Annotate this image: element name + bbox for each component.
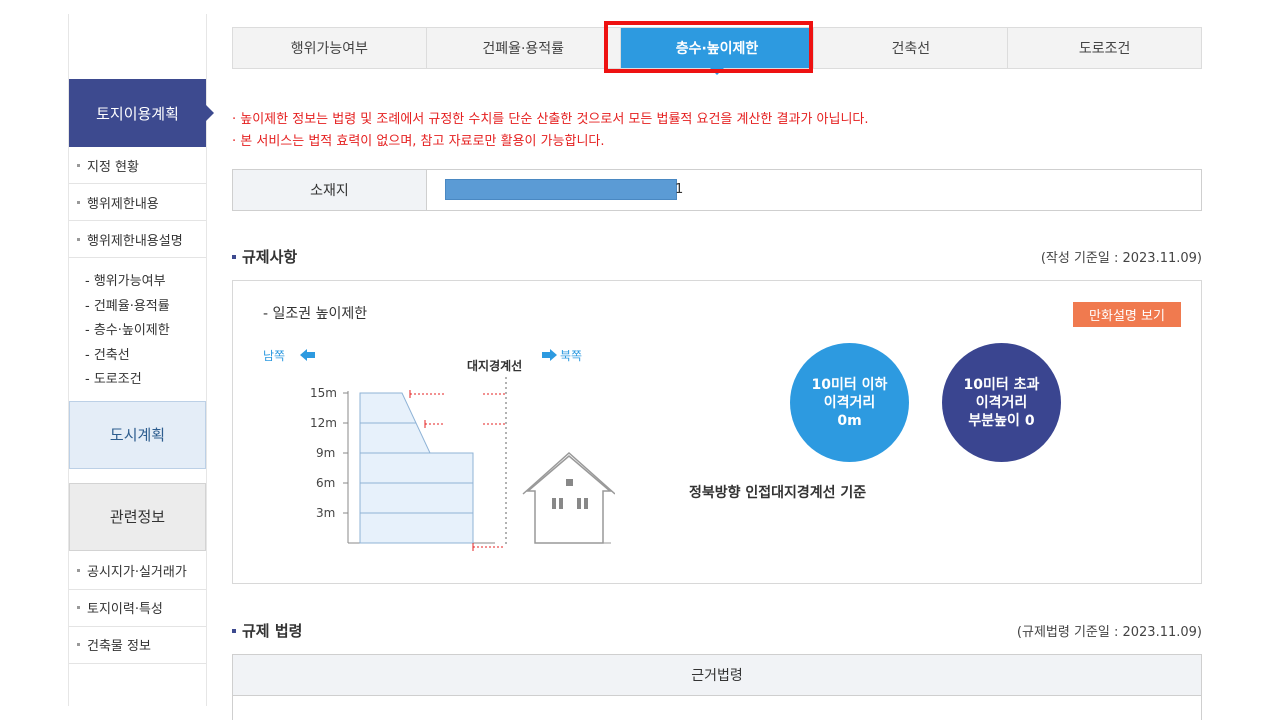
tab-road-condition[interactable]: 도로조건 bbox=[1008, 28, 1201, 68]
tab-height-limit-label: 층수·높이제한 bbox=[675, 41, 759, 57]
sidebar-land-plan-label: 토지이용계획 bbox=[96, 104, 179, 123]
sidebar-item-label: 공시지가·실거래가 bbox=[87, 565, 187, 580]
bullet-icon bbox=[77, 163, 80, 167]
address-redaction bbox=[445, 179, 677, 200]
bullet-icon bbox=[77, 237, 80, 241]
badge-line: 이격거리 bbox=[975, 394, 1028, 411]
south-label: 남쪽 bbox=[263, 349, 285, 363]
sidebar-item-label: 지정 현황 bbox=[87, 159, 139, 175]
house-window bbox=[552, 498, 556, 509]
house-window bbox=[566, 479, 573, 486]
regulation-title-text: 규제사항 bbox=[242, 248, 298, 266]
sidebar-sub-action[interactable]: - 행위가능여부 bbox=[85, 270, 206, 295]
law-title-text: 규제 법령 bbox=[242, 622, 303, 640]
criterion-text: 정북방향 인접대지경계선 기준 bbox=[689, 485, 867, 501]
sidebar-item-label: 건축물 정보 bbox=[87, 639, 151, 654]
notice-legal: · 본 서비스는 법적 효력이 없으며, 참고 자료로만 활용이 가능합니다. bbox=[232, 134, 605, 149]
law-title: 규제 법령 bbox=[232, 620, 302, 641]
sidebar-item-restriction[interactable]: 행위제한내용 bbox=[69, 184, 206, 221]
boundary-label: 대지경계선 bbox=[467, 358, 522, 373]
address-value: 1 bbox=[427, 170, 1201, 210]
north-label: 북쪽 bbox=[560, 349, 582, 363]
notice-height-info: · 높이제한 정보는 법령 및 조례에서 규정한 수치를 단순 산출한 것으로서… bbox=[232, 112, 869, 127]
sidebar-item-label: 행위제한내용 bbox=[87, 196, 159, 212]
regulation-title: 규제사항 bbox=[232, 246, 297, 267]
sidebar-sub-road[interactable]: - 도로조건 bbox=[85, 368, 206, 393]
bullet-icon bbox=[77, 643, 80, 646]
house-window bbox=[584, 498, 588, 509]
sidebar-item-label: 행위제한내용설명 bbox=[87, 233, 183, 249]
badge-line: 부분높이 0 bbox=[968, 412, 1035, 429]
regulation-box: - 일조권 높이제한 만화설명 보기 남쪽 북쪽 대지경계선 15m 12m 9… bbox=[232, 280, 1202, 584]
sidebar-sub-height[interactable]: - 층수·높이제한 bbox=[85, 319, 206, 344]
tab-building-line[interactable]: 건축선 bbox=[814, 28, 1009, 68]
sidebar-item-label: 토지이력·특성 bbox=[87, 602, 163, 617]
sidebar-item-restriction-desc[interactable]: 행위제한내용설명 bbox=[69, 221, 206, 258]
height-label-9: 9m bbox=[316, 446, 335, 460]
tab-pointer-icon bbox=[709, 68, 724, 75]
address-row: 소재지 1 bbox=[232, 169, 1202, 211]
house-window bbox=[559, 498, 563, 509]
sidebar-item-land-price[interactable]: 공시지가·실거래가 bbox=[69, 553, 206, 590]
sidebar-sub-coverage[interactable]: - 건폐율·용적률 bbox=[85, 295, 206, 320]
house-window bbox=[577, 498, 581, 509]
height-label-15: 15m bbox=[310, 386, 337, 400]
building-shape bbox=[359, 392, 474, 544]
height-label-6: 6m bbox=[316, 476, 335, 490]
tab-height-limit[interactable]: 층수·높이제한 bbox=[620, 28, 815, 75]
setback-under-10m-badge: 10미터 이하 이격거리 0m bbox=[790, 343, 909, 462]
sidebar-item-land-history[interactable]: 토지이력·특성 bbox=[69, 590, 206, 627]
badge-line: 이격거리 bbox=[823, 394, 876, 411]
address-tail: 1 bbox=[675, 182, 684, 197]
tab-bar: 행위가능여부 건폐율·용적률 층수·높이제한 건축선 도로조건 bbox=[232, 27, 1202, 75]
law-date: (규제법령 기준일 : 2023.11.09) bbox=[1016, 625, 1202, 640]
height-limit-diagram: 남쪽 북쪽 대지경계선 15m 12m 9m 6m 3m bbox=[263, 349, 615, 551]
badge-line: 10미터 이하 bbox=[811, 376, 888, 393]
sidebar-submenu: - 행위가능여부 - 건폐율·용적률 - 층수·높이제한 - 건축선 - 도로조… bbox=[69, 258, 206, 401]
law-table-row bbox=[232, 696, 1202, 720]
sidebar-item-building-info[interactable]: 건축물 정보 bbox=[69, 627, 206, 664]
sidebar: 토지이용계획 지정 현황 행위제한내용 행위제한내용설명 - 행위가능여부 - … bbox=[68, 14, 214, 706]
arrow-left-icon bbox=[300, 349, 315, 361]
setback-over-10m-badge: 10미터 초과 이격거리 부분높이 0 bbox=[942, 343, 1061, 462]
bullet-icon bbox=[77, 200, 80, 204]
regulation-date: (작성 기준일 : 2023.11.09) bbox=[1040, 251, 1202, 266]
bullet-icon bbox=[77, 606, 80, 609]
sidebar-related-info[interactable]: 관련정보 bbox=[69, 482, 206, 551]
arrow-right-icon bbox=[206, 105, 214, 121]
sidebar-land-plan[interactable]: 토지이용계획 bbox=[69, 79, 214, 147]
square-bullet-icon bbox=[232, 628, 236, 633]
bullet-icon bbox=[77, 569, 80, 572]
tab-action-possible[interactable]: 행위가능여부 bbox=[233, 28, 427, 68]
address-label: 소재지 bbox=[233, 170, 427, 210]
arrow-right-icon bbox=[542, 349, 557, 361]
square-bullet-icon bbox=[232, 254, 236, 259]
sidebar-item-designation[interactable]: 지정 현황 bbox=[69, 147, 206, 184]
sidebar-sub-building-line[interactable]: - 건축선 bbox=[85, 344, 206, 369]
manga-explain-button[interactable]: 만화설명 보기 bbox=[1073, 302, 1181, 327]
house-icon bbox=[525, 455, 613, 544]
badge-line: 10미터 초과 bbox=[963, 376, 1040, 393]
sunlight-height-title: - 일조권 높이제한 bbox=[263, 306, 368, 322]
tab-coverage-ratio[interactable]: 건폐율·용적률 bbox=[427, 28, 621, 68]
height-label-3: 3m bbox=[316, 506, 335, 520]
law-table-header: 근거법령 bbox=[232, 654, 1202, 696]
sidebar-city-plan[interactable]: 도시계획 bbox=[69, 400, 206, 469]
badge-line: 0m bbox=[837, 412, 862, 429]
height-label-12: 12m bbox=[310, 416, 337, 430]
